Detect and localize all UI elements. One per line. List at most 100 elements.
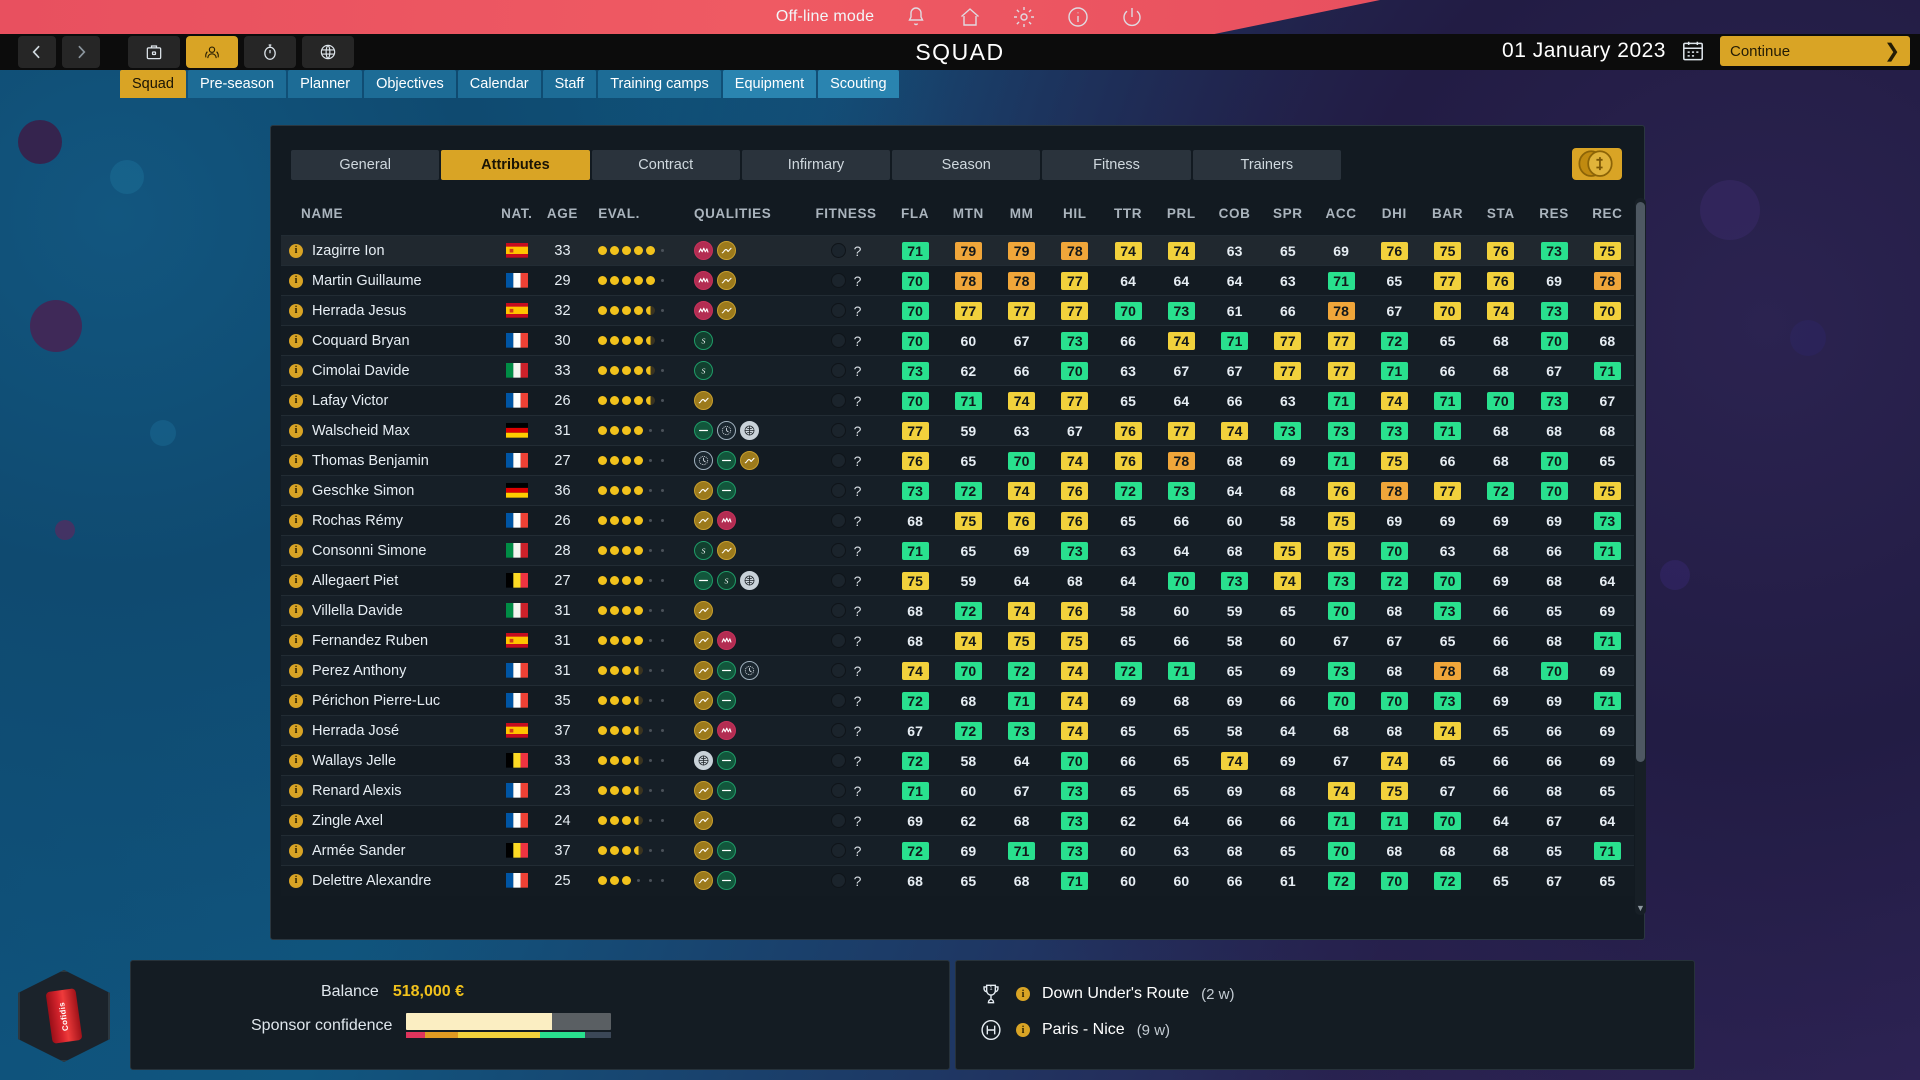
- quality-cob-icon[interactable]: [693, 751, 713, 770]
- subtab-attributes[interactable]: Attributes: [441, 150, 590, 180]
- rider-name-cell[interactable]: i Walscheid Max: [281, 415, 493, 446]
- col-dhi[interactable]: DHI: [1367, 198, 1421, 236]
- rider-info-icon[interactable]: i: [289, 843, 303, 858]
- rider-name-cell[interactable]: i Allegaert Piet: [281, 565, 493, 596]
- table-row[interactable]: i Izagirre Ion 33? 71 79 79 78 74 74 63 65 69 76 75 76…: [281, 235, 1634, 266]
- rider-name-cell[interactable]: i Villella Davide: [281, 595, 493, 626]
- quality-fla-icon[interactable]: [693, 571, 713, 590]
- quality-fla-icon[interactable]: [716, 661, 736, 680]
- tab-pre-season[interactable]: Pre-season: [187, 70, 287, 98]
- col-sta[interactable]: STA: [1474, 198, 1528, 236]
- quality-hil-icon[interactable]: [693, 811, 713, 830]
- gear-icon[interactable]: [1012, 5, 1036, 29]
- tab-calendar[interactable]: Calendar: [457, 70, 541, 98]
- rider-name-cell[interactable]: i Rochas Rémy: [281, 505, 493, 536]
- quality-spr-icon[interactable]: S: [693, 361, 713, 380]
- rider-info-icon[interactable]: i: [289, 423, 303, 438]
- col-mm[interactable]: MM: [994, 198, 1049, 236]
- table-row[interactable]: i Rochas Rémy 26? 68 75 76 76 65 66 60 58 75 69 69 69 6…: [281, 505, 1634, 536]
- tab-objectives[interactable]: Objectives: [364, 70, 456, 98]
- quality-fla-icon[interactable]: [716, 481, 736, 500]
- table-row[interactable]: i Villella Davide 31? 68 72 74 76 58 60 59 65 70 68 7…: [281, 595, 1634, 626]
- power-icon[interactable]: [1120, 5, 1144, 29]
- stopwatch-icon[interactable]: [244, 36, 296, 68]
- rider-info-icon[interactable]: i: [289, 453, 303, 468]
- rider-name-cell[interactable]: i Renard Alexis: [281, 775, 493, 806]
- subtab-trainers[interactable]: Trainers: [1192, 150, 1341, 180]
- rider-name-cell[interactable]: i Geschke Simon: [281, 475, 493, 506]
- coin-icon[interactable]: [1572, 148, 1622, 180]
- rider-info-icon[interactable]: i: [289, 273, 303, 288]
- race-row-1[interactable]: i Paris - Nice (9 w): [978, 1017, 1170, 1043]
- table-row[interactable]: i Perez Anthony 31? 74 70 72 74 72 71 65 69 73 68 78 6…: [281, 655, 1634, 686]
- rider-name-cell[interactable]: i Lafay Victor: [281, 385, 493, 416]
- race-info-icon[interactable]: i: [1016, 1023, 1030, 1037]
- rider-name-cell[interactable]: i Herrada José: [281, 715, 493, 746]
- quality-mtn-icon[interactable]: [693, 301, 713, 320]
- race-row-0[interactable]: 1 i Down Under's Route (2 w): [978, 981, 1234, 1007]
- rider-info-icon[interactable]: i: [289, 783, 303, 798]
- table-row[interactable]: i Herrada José 37? 67 72 73 74 65 65 58 64 68 68 74 65…: [281, 715, 1634, 746]
- quality-hil-icon[interactable]: [716, 301, 736, 320]
- quality-hil-icon[interactable]: [693, 841, 713, 860]
- col-prl[interactable]: PRL: [1154, 198, 1208, 236]
- rider-name-cell[interactable]: i Izagirre Ion: [281, 235, 493, 266]
- rider-info-icon[interactable]: i: [289, 693, 303, 708]
- rider-name-cell[interactable]: i Herrada Jesus: [281, 295, 493, 326]
- col-res[interactable]: RES: [1527, 198, 1581, 236]
- quality-hil-icon[interactable]: [693, 481, 713, 500]
- subtab-general[interactable]: General: [291, 150, 440, 180]
- rider-name-cell[interactable]: i Perez Anthony: [281, 655, 493, 686]
- rider-name-cell[interactable]: i Thomas Benjamin: [281, 445, 493, 476]
- rider-info-icon[interactable]: i: [289, 543, 303, 558]
- quality-ttr-icon[interactable]: [693, 451, 713, 470]
- col-bar[interactable]: BAR: [1420, 198, 1475, 236]
- rider-name-cell[interactable]: i Delettre Alexandre: [281, 865, 493, 896]
- quality-fla-icon[interactable]: [716, 871, 736, 891]
- quality-mtn-icon[interactable]: [716, 511, 736, 530]
- rider-name-cell[interactable]: i Zingle Axel: [281, 805, 493, 836]
- col-mtn[interactable]: MTN: [941, 198, 995, 236]
- subtab-contract[interactable]: Contract: [591, 150, 740, 180]
- rider-info-icon[interactable]: i: [289, 663, 303, 678]
- quality-fla-icon[interactable]: [693, 421, 713, 440]
- rider-info-icon[interactable]: i: [289, 603, 303, 618]
- quality-hil-icon[interactable]: [693, 511, 713, 530]
- rider-name-cell[interactable]: i Périchon Pierre-Luc: [281, 685, 493, 716]
- table-row[interactable]: i Périchon Pierre-Luc 35? 72 68 71 74 69 68 69 66 7…: [281, 685, 1634, 716]
- quality-hil-icon[interactable]: [693, 391, 713, 410]
- quality-hil-icon[interactable]: [716, 541, 736, 560]
- quality-ttr-icon[interactable]: [716, 421, 736, 440]
- continue-button[interactable]: Continue ❯: [1720, 36, 1910, 66]
- quality-hil-icon[interactable]: [693, 721, 713, 740]
- quality-hil-icon[interactable]: [716, 241, 736, 260]
- table-row[interactable]: i Zingle Axel 24? 69 62 68 73 62 64 66 66 71 71 70 64 6…: [281, 805, 1634, 836]
- table-row[interactable]: i Fernandez Ruben 31? 68 74 75 75 65 66 58 60 67 67 6…: [281, 625, 1634, 656]
- table-row[interactable]: i Wallays Jelle 33? 72 58 64 70 66 65 74 69 67 74 65 6…: [281, 745, 1634, 776]
- scroll-down-arrow[interactable]: ▼: [1635, 901, 1646, 915]
- tab-training-camps[interactable]: Training camps: [598, 70, 721, 98]
- table-row[interactable]: i Delettre Alexandre 25? 68 65 68 71 60 60 66 61 72…: [281, 865, 1634, 896]
- quality-hil-icon[interactable]: [693, 691, 713, 710]
- nav-back-button[interactable]: [18, 36, 56, 68]
- rider-info-icon[interactable]: i: [289, 573, 303, 588]
- rider-name-cell[interactable]: i Coquard Bryan: [281, 325, 493, 356]
- rider-name-cell[interactable]: i Armée Sander: [281, 835, 493, 866]
- quality-hil-icon[interactable]: [716, 271, 736, 290]
- quality-hil-icon[interactable]: [693, 781, 713, 800]
- col-cob[interactable]: COB: [1207, 198, 1262, 236]
- col-acc[interactable]: ACC: [1314, 198, 1368, 236]
- col-hil[interactable]: HIL: [1048, 198, 1102, 236]
- rider-info-icon[interactable]: i: [289, 363, 303, 378]
- col-fitness[interactable]: FITNESS: [803, 198, 889, 236]
- quality-spr-icon[interactable]: S: [693, 331, 713, 350]
- briefcase-icon[interactable]: [128, 36, 180, 68]
- home-icon[interactable]: [958, 5, 982, 29]
- quality-fla-icon[interactable]: [716, 781, 736, 800]
- table-row[interactable]: i Geschke Simon 36? 73 72 74 76 72 73 64 68 76 78 77 7…: [281, 475, 1634, 506]
- quality-mtn-icon[interactable]: [693, 271, 713, 290]
- col-ttr[interactable]: TTR: [1101, 198, 1155, 236]
- table-row[interactable]: i Consonni Simone 28 S? 71 65 69 73 63 64 68 75 75 70…: [281, 535, 1634, 566]
- quality-fla-icon[interactable]: [716, 691, 736, 710]
- col-rec[interactable]: REC: [1580, 198, 1634, 236]
